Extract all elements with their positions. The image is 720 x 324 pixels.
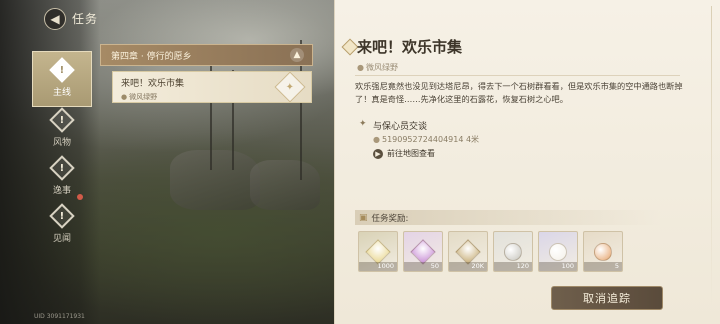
- reward-item[interactable]: 120: [493, 231, 533, 272]
- objective-distance: ● 5190952724404914 4米: [373, 134, 479, 145]
- reward-count: 20K: [449, 262, 487, 271]
- quest-detail-location: ● 微风绿野: [357, 62, 398, 73]
- arrow-right-icon: ▶: [373, 148, 383, 159]
- chapter-header[interactable]: 第四章 · 停行的愿乡 ▲: [100, 44, 313, 66]
- pink-gem-icon: [410, 238, 436, 265]
- tab-label: 见闻: [52, 233, 71, 244]
- location-pin-icon: ●: [373, 135, 380, 144]
- tab-label: 主线: [52, 87, 71, 98]
- location-text: 微风绿野: [365, 63, 398, 72]
- quest-list-item[interactable]: 来吧！欢乐市集 ● 微风绿野 ✦: [112, 71, 312, 103]
- location-pin-icon: ●: [121, 93, 128, 101]
- uid-text: UID 3091171931: [34, 313, 85, 320]
- objective-star-icon: ✦: [359, 119, 367, 129]
- divider: [355, 75, 680, 76]
- location-pin-icon: ●: [357, 63, 364, 72]
- reward-item[interactable]: 1000: [358, 231, 398, 272]
- quest-diamond-icon: !: [49, 56, 75, 83]
- quest-description: 欢乐强尼竟然也没见到达塔尼昂，得去下一个石树群看看，但是欢乐市集的空中通路也断掉…: [355, 81, 683, 104]
- quest-location: ● 微风绿野: [121, 92, 303, 102]
- quest-diamond-icon: !: [49, 154, 75, 181]
- reward-item[interactable]: 50: [403, 231, 443, 272]
- quest-detail-title: 来吧！欢乐市集: [357, 38, 463, 56]
- reward-count: 50: [404, 262, 442, 271]
- quest-location-text: 微风绿野: [129, 93, 158, 101]
- tab-label: 逸事: [52, 185, 71, 196]
- tab-label: 风物: [52, 137, 71, 148]
- quest-diamond-icon: !: [49, 202, 75, 229]
- rewards-label: 任务奖励:: [371, 213, 409, 224]
- page-title: 任务: [72, 12, 99, 26]
- star-crystal-icon: [365, 238, 391, 265]
- objective-title: 与保心员交谈: [373, 122, 428, 132]
- tab-scenery-quest[interactable]: ! 风物: [32, 106, 92, 152]
- notification-dot: [77, 194, 83, 200]
- reward-count: 5: [584, 262, 622, 271]
- reward-count: 1000: [359, 262, 397, 271]
- cancel-tracking-button[interactable]: 取消追踪: [551, 286, 663, 310]
- tab-main-quest[interactable]: ! 主线: [32, 51, 92, 107]
- reward-item[interactable]: 5: [583, 231, 623, 272]
- pearl-orb-icon: [549, 242, 567, 261]
- tab-encounter-quest[interactable]: ! 见闻: [32, 202, 92, 248]
- tab-anecdote-quest[interactable]: ! 逸事: [32, 154, 92, 200]
- peach-fruit-icon: [594, 242, 612, 261]
- reward-count: 100: [539, 262, 577, 271]
- reward-item[interactable]: 20K: [448, 231, 488, 272]
- view-on-map-link[interactable]: ▶ 前往地图查看: [373, 148, 435, 159]
- silver-bow-icon: [504, 242, 522, 261]
- reward-item[interactable]: 100: [538, 231, 578, 272]
- gold-star-icon: [455, 238, 481, 265]
- panel-decoration: [711, 6, 712, 306]
- rewards-list: 1000 50 20K 120 100 5: [358, 231, 623, 272]
- reward-count: 120: [494, 262, 532, 271]
- quest-diamond-icon: !: [49, 106, 75, 133]
- gift-icon: ▣: [359, 212, 368, 223]
- quest-detail-panel: 来吧！欢乐市集 ● 微风绿野 欢乐强尼竟然也没见到达塔尼昂，得去下一个石树群看看，…: [334, 0, 720, 324]
- chapter-title: 第四章 · 停行的愿乡: [111, 51, 192, 62]
- distance-text: 5190952724404914 4米: [381, 135, 480, 144]
- quest-diamond-icon: [341, 38, 359, 56]
- category-sidebar: ◀ 任务 ! 主线 ! 风物 ! 逸事 ! 见闻 UID 3091171931: [0, 0, 100, 324]
- back-button[interactable]: ◀: [44, 8, 66, 30]
- back-arrow-icon: ◀: [50, 12, 60, 26]
- rewards-header: ▣ 任务奖励:: [355, 210, 661, 225]
- chevron-up-icon: ▲: [290, 48, 304, 62]
- view-on-map-label: 前往地图查看: [387, 149, 435, 158]
